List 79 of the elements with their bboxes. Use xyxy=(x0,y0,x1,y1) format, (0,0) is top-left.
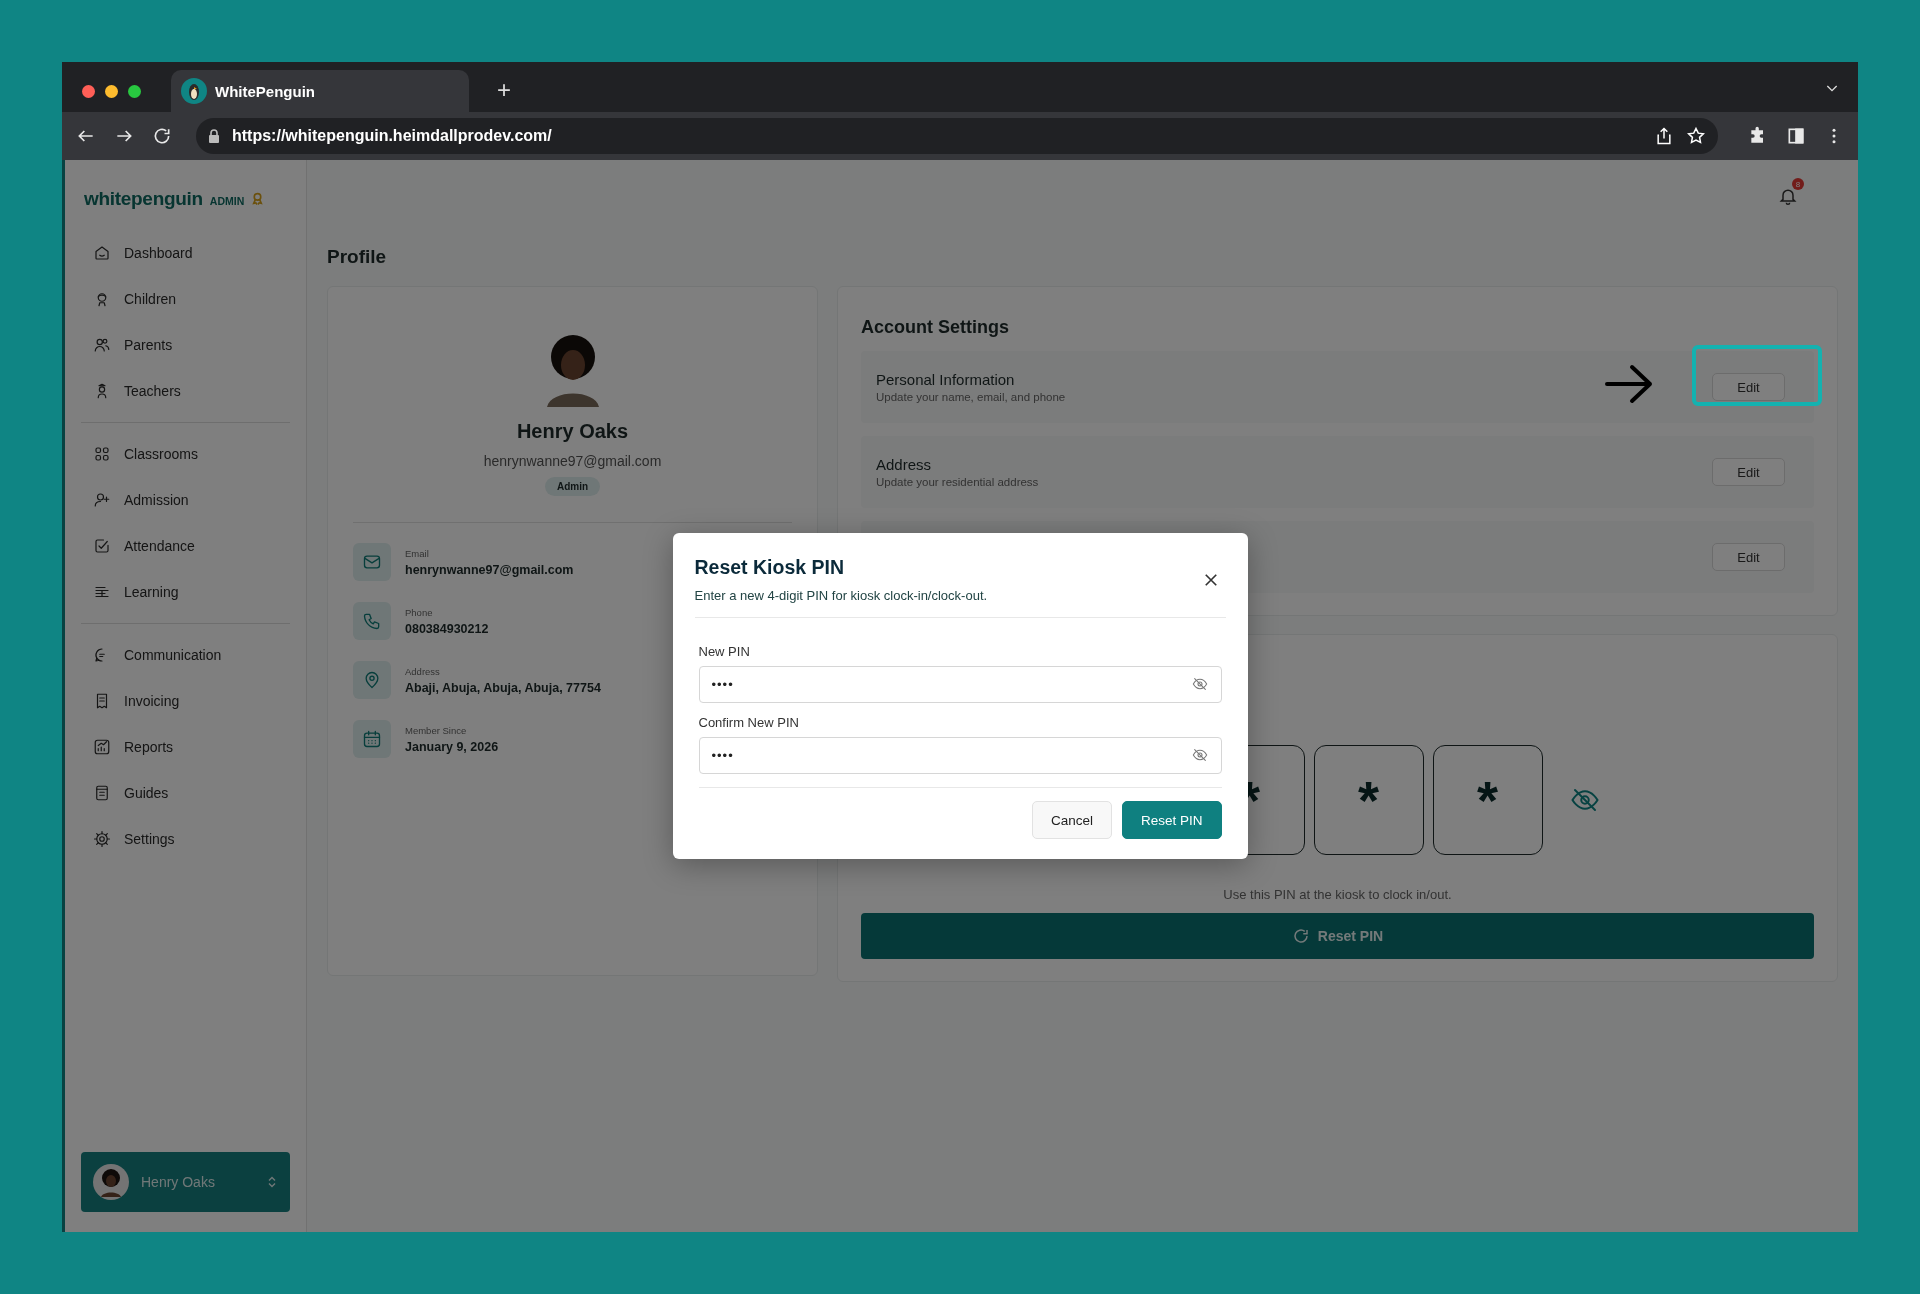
close-window-button[interactable] xyxy=(82,84,95,98)
site-logo-icon xyxy=(181,78,207,104)
detail-value: henrynwanne97@gmail.com xyxy=(405,562,574,577)
checkbox-icon xyxy=(93,537,111,555)
reload-icon xyxy=(1291,927,1310,945)
detail-label: Address xyxy=(405,665,441,677)
confirm-button[interactable]: Reset PIN xyxy=(1121,801,1222,839)
share-icon[interactable] xyxy=(1654,126,1674,146)
detail-label: Phone xyxy=(405,606,434,618)
user-menu[interactable]: Henry Oaks xyxy=(81,1152,290,1212)
star-icon[interactable] xyxy=(1686,126,1706,146)
detail-value: January 9, 2026 xyxy=(405,739,499,754)
dialog-title: Reset Kiosk PIN xyxy=(694,556,846,579)
pin-input-field[interactable]: •••• xyxy=(698,737,1222,774)
edit-button[interactable]: Edit xyxy=(1712,458,1785,486)
reload-icon[interactable] xyxy=(152,126,172,146)
book-icon xyxy=(93,784,111,802)
sidebar-item[interactable]: Guides xyxy=(81,770,290,816)
sidebar-item[interactable]: Invoicing xyxy=(81,678,290,724)
browser-tab[interactable]: WhitePenguin xyxy=(171,70,469,112)
sidebar-item[interactable]: Classrooms xyxy=(81,431,290,477)
row-title: Address xyxy=(876,456,933,473)
section-title: Account Settings xyxy=(861,317,1010,338)
notification-count: 8 xyxy=(1792,178,1804,190)
page-title: Profile xyxy=(327,246,388,268)
detail-label: Member Since xyxy=(405,724,468,736)
users-icon xyxy=(93,336,111,354)
sidebar-item[interactable]: Children xyxy=(81,276,290,322)
profile-name: Henry Oaks xyxy=(516,420,629,443)
eye-off-icon[interactable] xyxy=(1191,747,1208,763)
new-tab-button[interactable]: + xyxy=(497,76,511,104)
pin-hint: Use this PIN at the kiosk to clock in/out. xyxy=(1222,887,1453,902)
pin-digit-box: * xyxy=(1313,745,1424,855)
row-subtitle: Update your residential address xyxy=(876,476,1039,488)
sidebar-item[interactable]: Learning xyxy=(81,569,290,615)
edit-button[interactable]: Edit xyxy=(1712,543,1785,571)
eye-off-icon[interactable] xyxy=(1191,676,1208,692)
sidebar-item[interactable]: Reports xyxy=(81,724,290,770)
sidebar-item[interactable]: Communication xyxy=(81,632,290,678)
settings-icon xyxy=(93,830,111,848)
app-logo: whitepenguin xyxy=(84,188,203,210)
pin-digit-box: * xyxy=(1432,745,1543,855)
user-plus-icon xyxy=(93,491,111,509)
detail-value: Abaji, Abuja, Abuja, Abuja, 77754 xyxy=(405,680,601,695)
avatar xyxy=(93,1164,129,1200)
sidebar-item[interactable]: Parents xyxy=(81,322,290,368)
address-bar[interactable]: https://whitepenguin.heimdallprodev.com/ xyxy=(196,118,1718,154)
calendar-icon xyxy=(353,720,391,758)
edit-button[interactable]: Edit xyxy=(1712,373,1785,401)
grid-icon xyxy=(93,445,111,463)
detail-value: 080384930212 xyxy=(405,621,489,636)
sidebar-item[interactable]: Dashboard xyxy=(81,230,290,276)
dialog-subtitle: Enter a new 4-digit PIN for kiosk clock-in/clock-out. xyxy=(694,588,988,603)
minimize-window-button[interactable] xyxy=(105,84,118,98)
sidebar-item[interactable]: Attendance xyxy=(81,523,290,569)
side-panel-icon[interactable] xyxy=(1786,126,1806,146)
chart-icon xyxy=(93,738,111,756)
role-badge: Admin xyxy=(544,477,601,496)
cancel-button[interactable]: Cancel xyxy=(1031,801,1112,839)
lock-icon xyxy=(208,129,220,143)
row-subtitle: Update your name, email, and phone xyxy=(876,391,1066,403)
profile-email: henrynwanne97@gmail.com xyxy=(483,453,662,469)
maximize-window-button[interactable] xyxy=(128,84,141,98)
field-label: Confirm New PIN xyxy=(698,715,800,730)
sidebar-item[interactable]: Settings xyxy=(81,816,290,862)
row-title: Personal Information xyxy=(876,371,1016,388)
sidebar-item[interactable]: Admission xyxy=(81,477,290,523)
role-label: ADMIN xyxy=(209,195,245,207)
field-label: New PIN xyxy=(698,644,751,659)
sidebar-item[interactable]: Teachers xyxy=(81,368,290,414)
medal-icon xyxy=(251,192,265,205)
detail-label: Email xyxy=(405,547,430,559)
home-icon xyxy=(93,244,111,262)
location-pin-icon xyxy=(353,661,391,699)
pin-input-field[interactable]: •••• xyxy=(698,666,1222,703)
reset-pin-button[interactable]: Reset PIN xyxy=(861,913,1814,959)
chevron-updown-icon xyxy=(266,1176,278,1188)
mail-icon xyxy=(353,543,391,581)
phone-icon xyxy=(353,602,391,640)
